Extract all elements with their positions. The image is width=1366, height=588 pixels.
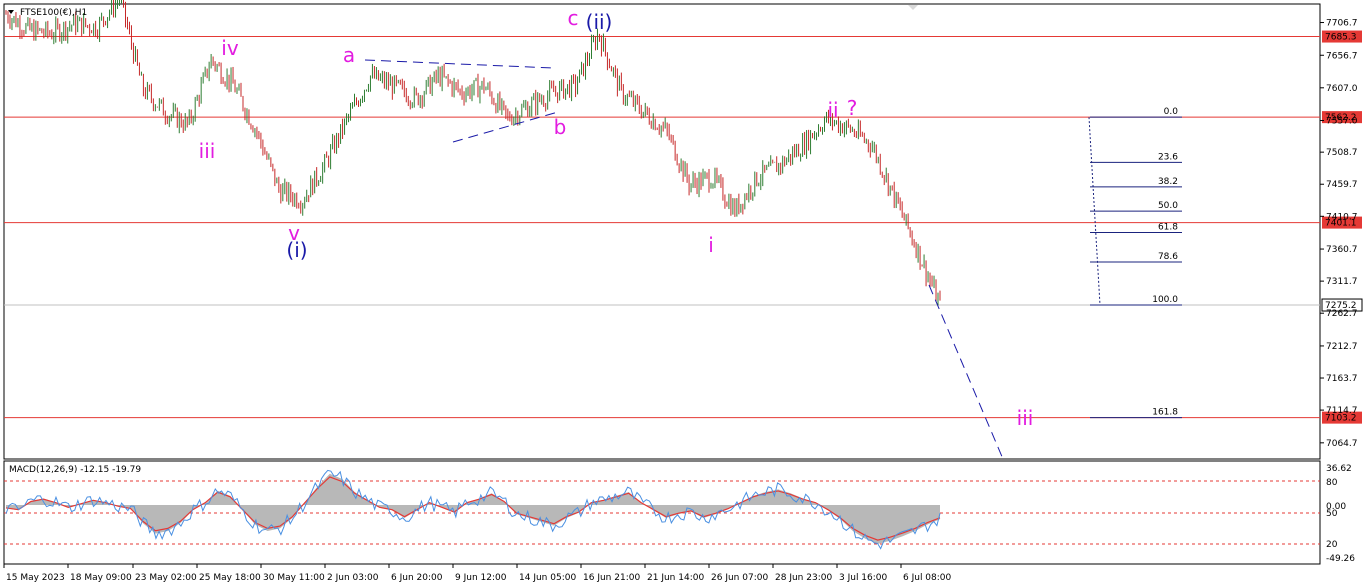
wave-label: iv (221, 36, 239, 60)
wave-label: iii (199, 139, 216, 163)
time-tick-label: 14 Jun 05:00 (519, 573, 576, 583)
price-tick-label: 7262.7 (1326, 309, 1358, 319)
wave-label: (i) (286, 238, 307, 262)
time-tick-label: 6 Jun 20:00 (391, 573, 443, 583)
time-tick-label: 3 Jul 16:00 (839, 573, 888, 583)
macd-tick-label: 36.62 (1326, 464, 1352, 474)
time-tick-label: 25 May 18:00 (199, 573, 261, 583)
wave-label: a (343, 43, 355, 67)
fib-label: 161.8 (1152, 408, 1178, 418)
time-tick-label: 23 May 02:00 (135, 573, 197, 583)
chart-window: 7685.3 7562.2 7401.1 7103.2 7275.2 0.0 23.6 38… (0, 0, 1366, 588)
time-tick-label: 9 Jun 12:00 (455, 573, 507, 583)
fib-label: 23.6 (1158, 152, 1178, 162)
price-tick-label: 7410.7 (1326, 212, 1358, 222)
wave-label: b (554, 115, 567, 139)
price-tick-label: 7163.7 (1326, 374, 1358, 384)
level-price-label: 7685.3 (1325, 33, 1357, 43)
price-tick-label: 7114.7 (1326, 406, 1358, 416)
projection-trendline (928, 284, 1004, 460)
macd-panel: 36.6280500.0020-49.26 (4, 464, 1355, 564)
fib-label: 38.2 (1158, 177, 1178, 187)
time-tick-label: 6 Jul 08:00 (903, 573, 952, 583)
fib-label: 100.0 (1152, 295, 1178, 305)
time-tick-label: 18 May 09:00 (70, 573, 132, 583)
time-tick-label: 2 Jun 03:00 (327, 573, 379, 583)
price-tick-label: 7706.7 (1326, 19, 1358, 29)
macd-tick-label: 80 (1326, 478, 1338, 488)
scroll-marker (908, 5, 918, 10)
price-axis: 7706.7 7656.7 7607.0 7557.0 7508.7 7459.7 7410… (1320, 19, 1358, 449)
price-tick-label: 7508.7 (1326, 148, 1358, 158)
wave-label: iii (1017, 406, 1034, 430)
symbol-dropdown-icon (8, 10, 14, 14)
time-tick-label: 21 Jun 14:00 (647, 573, 704, 583)
macd-tick-label: 0.00 (1326, 502, 1346, 512)
fib-label: 78.6 (1158, 252, 1178, 262)
price-chart: 7685.37562.27401.17103.27275.2 0.023.638… (3, 0, 1363, 583)
macd-label: MACD(12,26,9) -12.15 -19.79 (9, 465, 141, 475)
price-tick-label: 7557.0 (1326, 117, 1358, 127)
fib-label: 0.0 (1164, 107, 1179, 117)
macd-histogram (6, 473, 940, 544)
macd-tick-label: -49.26 (1326, 554, 1355, 564)
price-tick-label: 7607.0 (1326, 84, 1358, 94)
time-axis: 15 May 2023 18 May 09:00 23 May 02:00 25 Ma… (3, 564, 952, 583)
wave-label: ii (827, 98, 838, 122)
price-tick-label: 7459.7 (1326, 180, 1358, 190)
price-tick-label: 7064.7 (1326, 439, 1358, 449)
symbol-label: FTSE100(€),H1 (20, 8, 87, 18)
trend-annotations (364, 59, 1004, 460)
wave-label: ? (847, 96, 858, 120)
price-tick-label: 7311.7 (1326, 277, 1358, 287)
time-tick-label: 16 Jun 21:00 (583, 573, 640, 583)
fibonacci-levels: 0.0 23.6 38.2 50.0 61.8 78.6 100.0 161.8 (1088, 107, 1182, 419)
time-tick-label: 15 May 2023 (6, 573, 65, 583)
fib-label: 61.8 (1158, 222, 1178, 232)
wave-label: (ii) (586, 10, 613, 34)
time-tick-label: 26 Jun 07:00 (711, 573, 768, 583)
time-tick-label: 28 Jun 23:00 (775, 573, 832, 583)
main-plot-border (3, 3, 1321, 460)
time-tick-label: 30 May 11:00 (263, 573, 325, 583)
triangle-upper-trendline (364, 59, 554, 69)
price-candles (5, 0, 941, 306)
wave-label: c (568, 6, 579, 30)
wave-label: i (708, 233, 714, 257)
price-tick-label: 7656.7 (1326, 51, 1358, 61)
price-tick-label: 7360.7 (1326, 245, 1358, 255)
price-tick-label: 7212.7 (1326, 342, 1358, 352)
macd-tick-label: 20 (1326, 540, 1338, 550)
fib-label: 50.0 (1158, 201, 1178, 211)
